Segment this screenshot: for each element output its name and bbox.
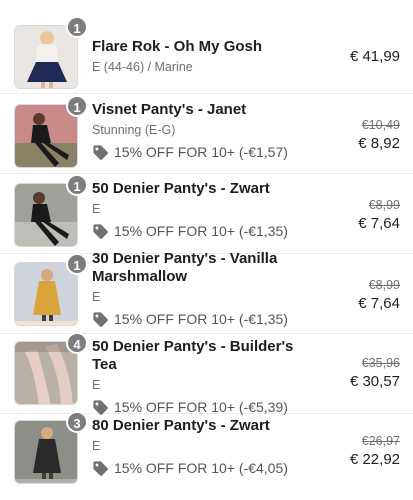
product-name[interactable]: Flare Rok - Oh My Gosh (92, 38, 318, 56)
product-variant: E (92, 439, 101, 453)
cart-item[interactable]: 1 Flare Rok - Oh My Gosh E (44-46) / Mar… (0, 14, 413, 94)
product-variant: E (92, 290, 101, 304)
product-photo-tights-icon (15, 105, 77, 167)
product-photo-legs-icon (15, 342, 77, 404)
original-price: €8,99 (368, 198, 400, 212)
item-price: € 30,57 (349, 373, 400, 390)
price-tag-icon (93, 144, 108, 160)
original-price: €10,49 (361, 118, 400, 132)
cart-item[interactable]: 1 Visnet Panty's - Janet Stunning (E-G) … (0, 94, 413, 174)
cart-item-list: 1 Flare Rok - Oh My Gosh E (44-46) / Mar… (0, 0, 413, 500)
product-variant: E (92, 378, 101, 392)
discount-text: 15% OFF FOR 10+ (-€1,57) (114, 144, 288, 160)
original-price: €26,97 (361, 434, 400, 448)
product-name[interactable]: 50 Denier Panty's - Zwart (92, 180, 318, 198)
cart-item[interactable]: 1 50 Denier Panty's - Zwart E 15% OFF FO… (0, 174, 413, 254)
cart-item[interactable]: 1 30 Denier Panty's - Vanilla Marshmallo… (0, 250, 413, 334)
quantity-badge: 1 (66, 253, 88, 275)
original-price: €35,96 (361, 356, 400, 370)
product-variant: E (44-46) / Marine (92, 60, 193, 74)
discount-line: 15% OFF FOR 10+ (-€1,57) (92, 143, 318, 161)
discount-text: 15% OFF FOR 10+ (-€1,35) (114, 311, 288, 327)
product-photo-tights-icon (15, 184, 77, 246)
cart-item[interactable]: 4 50 Denier Panty's - Builder's Tea E 15… (0, 332, 413, 415)
price-tag-icon (93, 311, 108, 327)
product-variant: E (92, 202, 101, 216)
discount-line: 15% OFF FOR 10+ (-€4,05) (92, 459, 318, 477)
item-price: € 22,92 (349, 451, 400, 468)
product-name[interactable]: Visnet Panty's - Janet (92, 101, 318, 119)
discount-line: 15% OFF FOR 10+ (-€1,35) (92, 222, 318, 240)
quantity-badge: 1 (66, 95, 88, 117)
quantity-badge: 4 (66, 332, 88, 354)
product-name[interactable]: 30 Denier Panty's - Vanilla Marshmallow (92, 250, 318, 286)
quantity-badge: 1 (66, 174, 88, 196)
quantity-badge: 1 (66, 16, 88, 38)
product-photo-dress-icon (15, 421, 77, 483)
price-tag-icon (93, 223, 108, 239)
product-variant: Stunning (E-G) (92, 123, 176, 137)
item-price: € 8,92 (358, 135, 400, 152)
product-name[interactable]: 50 Denier Panty's - Builder's Tea (92, 338, 318, 374)
product-photo-dress-icon (15, 263, 77, 325)
discount-line: 15% OFF FOR 10+ (-€1,35) (92, 310, 318, 328)
discount-text: 15% OFF FOR 10+ (-€1,35) (114, 223, 288, 239)
product-name[interactable]: 80 Denier Panty's - Zwart (92, 417, 318, 435)
item-price: € 7,64 (358, 215, 400, 232)
price-tag-icon (93, 460, 108, 476)
quantity-badge: 3 (66, 411, 88, 433)
product-photo-skirt-icon (15, 26, 77, 88)
item-price: € 7,64 (358, 295, 400, 312)
original-price: €8,99 (368, 278, 400, 292)
discount-text: 15% OFF FOR 10+ (-€4,05) (114, 460, 288, 476)
price-tag-icon (93, 399, 108, 415)
cart-item[interactable]: 3 80 Denier Panty's - Zwart E 15% OFF FO… (0, 411, 413, 500)
item-price: € 41,99 (349, 48, 400, 65)
